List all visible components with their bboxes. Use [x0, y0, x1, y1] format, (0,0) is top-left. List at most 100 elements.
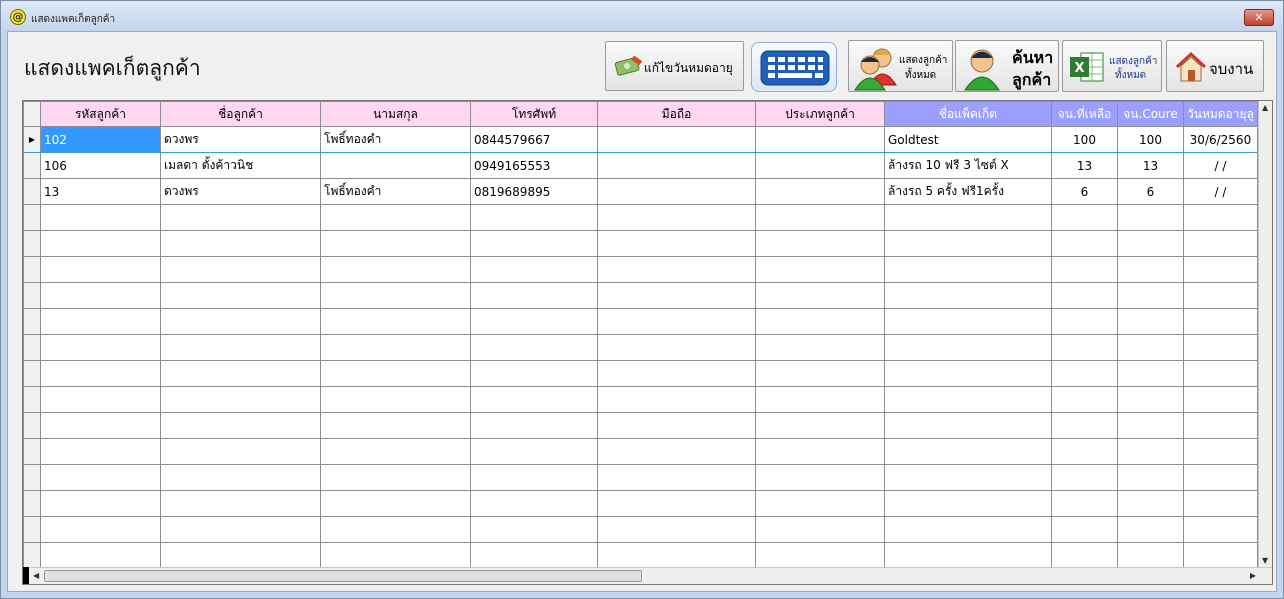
empty-cell[interactable] [160, 490, 321, 517]
row-selector[interactable] [23, 178, 41, 205]
empty-cell[interactable] [1051, 516, 1118, 543]
empty-cell[interactable] [884, 360, 1052, 387]
table-row-empty[interactable] [23, 282, 1258, 309]
empty-cell[interactable] [884, 204, 1052, 231]
empty-cell[interactable] [755, 308, 885, 335]
empty-cell[interactable] [40, 412, 161, 439]
row-selector[interactable] [23, 386, 41, 413]
empty-cell[interactable] [1183, 360, 1258, 387]
empty-cell[interactable] [1117, 464, 1184, 491]
search-customer-button[interactable]: ค้นหา ลูกค้า [955, 40, 1059, 92]
empty-cell[interactable] [1117, 334, 1184, 361]
empty-cell[interactable] [160, 282, 321, 309]
empty-cell[interactable] [320, 516, 471, 543]
cell-customer-id[interactable]: 106 [40, 152, 161, 179]
column-header-remaining[interactable]: จน.ที่เหลือ [1051, 101, 1118, 127]
table-row-empty[interactable] [23, 516, 1258, 543]
empty-cell[interactable] [320, 412, 471, 439]
empty-cell[interactable] [160, 230, 321, 257]
column-header-customer-type[interactable]: ประเภทลูกค้า [755, 101, 885, 127]
cell-course-count[interactable]: 13 [1117, 152, 1184, 179]
empty-cell[interactable] [320, 334, 471, 361]
empty-cell[interactable] [1183, 204, 1258, 231]
cell-package-name[interactable]: ล้างรถ 10 ฟรี 3 ไซต์ X [884, 152, 1052, 179]
empty-cell[interactable] [320, 256, 471, 283]
cell-last-name[interactable]: โพธิ์ทองคำ [320, 126, 471, 153]
empty-cell[interactable] [755, 542, 885, 569]
empty-cell[interactable] [470, 412, 598, 439]
empty-cell[interactable] [1051, 542, 1118, 569]
empty-cell[interactable] [1183, 256, 1258, 283]
empty-cell[interactable] [320, 464, 471, 491]
empty-cell[interactable] [755, 438, 885, 465]
empty-cell[interactable] [597, 412, 756, 439]
empty-cell[interactable] [1117, 360, 1184, 387]
cell-last-name[interactable] [320, 152, 471, 179]
empty-cell[interactable] [470, 490, 598, 517]
empty-cell[interactable] [884, 230, 1052, 257]
column-header-customer-id[interactable]: รหัสลูกค้า [40, 101, 161, 127]
column-header-package-name[interactable]: ชื่อแพ็คเก็ต [884, 101, 1052, 127]
cell-mobile[interactable] [597, 126, 756, 153]
empty-cell[interactable] [160, 516, 321, 543]
empty-cell[interactable] [884, 412, 1052, 439]
row-selector[interactable] [23, 204, 41, 231]
horizontal-scroll-thumb[interactable] [44, 570, 642, 582]
empty-cell[interactable] [160, 204, 321, 231]
empty-cell[interactable] [1183, 386, 1258, 413]
table-row-empty[interactable] [23, 230, 1258, 257]
cell-remaining[interactable]: 100 [1051, 126, 1118, 153]
empty-cell[interactable] [755, 464, 885, 491]
empty-cell[interactable] [160, 412, 321, 439]
edit-expiry-button[interactable]: แก้ไขวันหมดอายุ [605, 41, 744, 91]
empty-cell[interactable] [40, 282, 161, 309]
table-row-empty[interactable] [23, 542, 1258, 569]
cell-expiry[interactable]: 30/6/2560 [1183, 126, 1258, 153]
empty-cell[interactable] [470, 334, 598, 361]
empty-cell[interactable] [1117, 542, 1184, 569]
table-row[interactable]: ▶ 102 ดวงพร โพธิ์ทองคำ 0844579667 Goldte… [23, 126, 1258, 153]
empty-cell[interactable] [160, 464, 321, 491]
empty-cell[interactable] [1183, 230, 1258, 257]
empty-cell[interactable] [884, 542, 1052, 569]
row-selector[interactable] [23, 438, 41, 465]
row-selector[interactable] [23, 490, 41, 517]
keyboard-button[interactable] [751, 42, 837, 92]
empty-cell[interactable] [470, 438, 598, 465]
empty-cell[interactable] [40, 438, 161, 465]
row-selector[interactable] [23, 464, 41, 491]
empty-cell[interactable] [597, 490, 756, 517]
empty-cell[interactable] [1051, 308, 1118, 335]
table-row-empty[interactable] [23, 412, 1258, 439]
empty-cell[interactable] [40, 334, 161, 361]
empty-cell[interactable] [40, 308, 161, 335]
cell-first-name[interactable]: ดวงพร [160, 126, 321, 153]
empty-cell[interactable] [320, 230, 471, 257]
column-header-expiry[interactable]: วันหมดอายุลู [1183, 101, 1258, 127]
empty-cell[interactable] [1183, 412, 1258, 439]
horizontal-scrollbar[interactable]: ◀ ▶ [23, 567, 1272, 584]
row-selector[interactable]: ▶ [23, 126, 41, 153]
table-row-empty[interactable] [23, 438, 1258, 465]
empty-cell[interactable] [470, 282, 598, 309]
empty-cell[interactable] [1183, 542, 1258, 569]
empty-cell[interactable] [470, 464, 598, 491]
cell-customer-id[interactable]: 102 [40, 126, 161, 153]
cell-phone[interactable]: 0844579667 [470, 126, 598, 153]
empty-cell[interactable] [40, 542, 161, 569]
empty-cell[interactable] [160, 360, 321, 387]
empty-cell[interactable] [1117, 308, 1184, 335]
empty-cell[interactable] [597, 542, 756, 569]
empty-cell[interactable] [320, 490, 471, 517]
empty-cell[interactable] [755, 386, 885, 413]
row-selector[interactable] [23, 152, 41, 179]
table-row[interactable]: 13 ดวงพร โพธิ์ทองคำ 0819689895 ล้างรถ 5 … [23, 178, 1258, 205]
empty-cell[interactable] [1183, 516, 1258, 543]
empty-cell[interactable] [1183, 490, 1258, 517]
cell-mobile[interactable] [597, 178, 756, 205]
empty-cell[interactable] [597, 256, 756, 283]
empty-cell[interactable] [40, 464, 161, 491]
empty-cell[interactable] [597, 438, 756, 465]
empty-cell[interactable] [320, 308, 471, 335]
empty-cell[interactable] [40, 386, 161, 413]
